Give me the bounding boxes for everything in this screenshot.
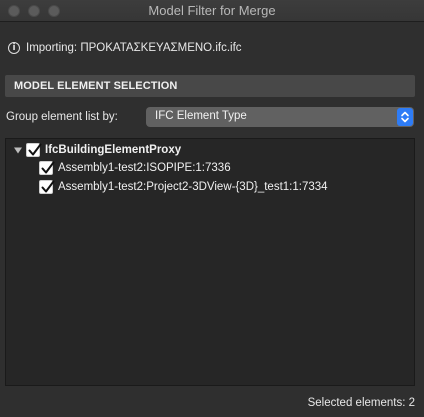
checkmark-icon <box>41 161 55 174</box>
tree-node-parent-label: IfcBuildingElementProxy <box>45 144 182 156</box>
window-title: Model Filter for Merge <box>148 3 276 18</box>
disclosure-triangle-icon[interactable] <box>13 145 23 155</box>
model-filter-window: Model Filter for Merge i Importing: ΠΡΟΚ… <box>0 0 424 417</box>
section-header: MODEL ELEMENT SELECTION <box>5 75 415 97</box>
group-by-selected-value: IFC Element Type <box>155 110 247 122</box>
tree-node-child-label: Assembly1-test2:Project2-3DView-{3D}_tes… <box>58 181 328 193</box>
info-icon: i <box>8 42 20 54</box>
tree-node-child[interactable]: Assembly1-test2:ISOPIPE:1:7336 <box>39 159 231 177</box>
chevron-updown-icon <box>397 108 413 126</box>
import-info: i Importing: ΠΡΟΚΑΤΑΣΚΕΥΑΣΜΕΝΟ.ifc.ifc <box>8 40 242 56</box>
checkmark-icon <box>28 143 42 156</box>
selected-elements-count: Selected elements: 2 <box>307 397 415 409</box>
parent-checkbox[interactable] <box>26 143 42 157</box>
checkmark-icon <box>41 180 55 193</box>
title-bar[interactable]: Model Filter for Merge <box>0 0 424 22</box>
element-tree[interactable]: IfcBuildingElementProxy Assembly1-test2:… <box>5 138 415 386</box>
group-by-select[interactable]: IFC Element Type <box>146 107 414 127</box>
tree-node-child[interactable]: Assembly1-test2:Project2-3DView-{3D}_tes… <box>39 178 328 196</box>
tree-node-parent[interactable]: IfcBuildingElementProxy <box>13 141 181 159</box>
import-info-text: Importing: ΠΡΟΚΑΤΑΣΚΕΥΑΣΜΕΝΟ.ifc.ifc <box>26 42 242 54</box>
group-by-label: Group element list by: <box>6 111 118 123</box>
child-checkbox[interactable] <box>39 180 55 194</box>
tree-node-child-label: Assembly1-test2:ISOPIPE:1:7336 <box>58 162 231 174</box>
child-checkbox[interactable] <box>39 161 55 175</box>
